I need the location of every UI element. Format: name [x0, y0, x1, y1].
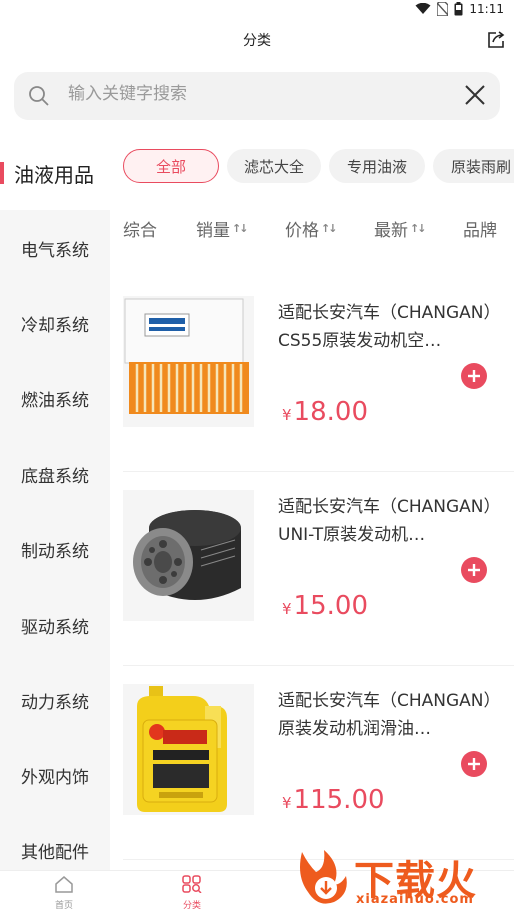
- divider: [123, 471, 514, 472]
- sort-newest[interactable]: 最新 ↑↓: [374, 216, 427, 241]
- sort-brand[interactable]: 品牌: [463, 216, 497, 241]
- engine-oil-icon: [123, 684, 254, 815]
- search-input[interactable]: [68, 84, 448, 104]
- nav-category[interactable]: 分类: [162, 875, 222, 911]
- chip-all[interactable]: 全部: [123, 149, 219, 183]
- sidebar-item-label: 外观内饰: [21, 768, 89, 788]
- sidebar-item[interactable]: 冷却系统: [0, 285, 110, 360]
- sidebar-item-label: 燃油系统: [21, 391, 89, 411]
- sidebar-item-label: 冷却系统: [21, 316, 89, 336]
- sort-label: 销量: [196, 221, 230, 241]
- close-icon[interactable]: [464, 84, 486, 106]
- currency-symbol: ¥: [282, 406, 292, 424]
- sort-bar: 综合 销量 ↑↓ 价格 ↑↓ 最新 ↑↓ 品牌: [123, 212, 514, 246]
- watermark-url: xiazaihuo.com: [356, 892, 474, 907]
- header: 分类: [0, 22, 514, 60]
- sidebar-list: 电气系统 冷却系统 燃油系统 底盘系统 制动系统 驱动系统 动力系统 外观内饰 …: [0, 210, 110, 870]
- product-image: [123, 684, 254, 815]
- currency-symbol: ¥: [282, 600, 292, 618]
- sidebar-item-label: 其他配件: [21, 843, 89, 863]
- product-image: [123, 490, 254, 621]
- product-title: 适配长安汽车（CHANGAN）CS55原装发动机空…: [278, 303, 493, 351]
- sidebar-item-active[interactable]: 油液用品: [0, 140, 110, 210]
- sort-arrows-icon: ↑↓: [410, 222, 427, 235]
- wifi-icon: [415, 3, 431, 14]
- price-value: 18.00: [293, 397, 368, 427]
- status-time: 11:11: [469, 2, 504, 16]
- sort-arrows-icon: ↑↓: [232, 222, 249, 235]
- sort-arrows-icon: ↑↓: [321, 222, 338, 235]
- add-to-cart-button[interactable]: [461, 557, 487, 583]
- plus-icon: [468, 758, 480, 770]
- product-title: 适配长安汽车（CHANGAN）原装发动机润滑油…: [278, 691, 493, 739]
- add-to-cart-button[interactable]: [461, 751, 487, 777]
- home-icon: [55, 876, 73, 893]
- divider: [123, 665, 514, 666]
- share-icon[interactable]: [486, 30, 506, 50]
- status-bar: 11:11: [0, 0, 514, 22]
- sort-label: 综合: [123, 221, 157, 241]
- sidebar-item[interactable]: 驱动系统: [0, 587, 110, 662]
- watermark: 下载火 xiazaihuo.com: [294, 846, 508, 910]
- nav-label: 首页: [54, 901, 73, 911]
- sidebar-item[interactable]: 电气系统: [0, 210, 110, 285]
- battery-icon: [454, 2, 463, 16]
- add-to-cart-button[interactable]: [461, 363, 487, 389]
- product-card[interactable]: 适配长安汽车（CHANGAN）CS55原装发动机空… ¥18.00: [123, 296, 514, 472]
- currency-symbol: ¥: [282, 794, 292, 812]
- price-value: 115.00: [293, 785, 385, 815]
- sidebar-item[interactable]: 动力系统: [0, 662, 110, 737]
- category-sidebar: 油液用品 电气系统 冷却系统 燃油系统 底盘系统 制动系统 驱动系统 动力系统 …: [0, 140, 110, 870]
- sidebar-item-label: 底盘系统: [21, 467, 89, 487]
- search-icon: [29, 86, 49, 106]
- sort-label: 品牌: [463, 221, 497, 241]
- sidebar-item-label: 油液用品: [14, 163, 94, 187]
- product-card[interactable]: 适配长安汽车（CHANGAN）UNI-T原装发动机… ¥15.00: [123, 490, 514, 666]
- plus-icon: [468, 564, 480, 576]
- sidebar-item[interactable]: 底盘系统: [0, 436, 110, 511]
- no-sim-icon: [437, 2, 449, 16]
- product-price: ¥15.00: [282, 591, 368, 621]
- air-filter-icon: [123, 296, 254, 427]
- sort-label: 最新: [374, 221, 408, 241]
- sidebar-item[interactable]: 外观内饰: [0, 737, 110, 812]
- chip-filters[interactable]: 滤芯大全: [227, 149, 321, 183]
- product-card[interactable]: 适配长安汽车（CHANGAN）原装发动机润滑油… ¥115.00: [123, 684, 514, 860]
- product-price: ¥18.00: [282, 397, 368, 427]
- active-indicator: [0, 162, 4, 184]
- price-value: 15.00: [293, 591, 368, 621]
- product-price: ¥115.00: [282, 785, 385, 815]
- chip-fluids[interactable]: 专用油液: [329, 149, 425, 183]
- sidebar-item-label: 电气系统: [21, 241, 89, 261]
- sort-label: 价格: [285, 221, 319, 241]
- sidebar-item[interactable]: 制动系统: [0, 511, 110, 586]
- sidebar-item-label: 制动系统: [21, 542, 89, 562]
- chip-wipers[interactable]: 原装雨刷: [433, 149, 514, 183]
- oil-filter-icon: [123, 490, 254, 621]
- filter-chips: 全部 滤芯大全 专用油液 原装雨刷: [123, 147, 514, 187]
- plus-icon: [468, 370, 480, 382]
- sidebar-item[interactable]: 燃油系统: [0, 360, 110, 435]
- search-bar[interactable]: [14, 72, 500, 120]
- sort-sales[interactable]: 销量 ↑↓: [196, 216, 249, 241]
- page-title: 分类: [243, 33, 271, 49]
- category-icon: [182, 875, 202, 894]
- sidebar-item-label: 驱动系统: [21, 618, 89, 638]
- sidebar-item-label: 动力系统: [21, 693, 89, 713]
- nav-label: 分类: [182, 901, 201, 911]
- nav-home[interactable]: 首页: [34, 875, 94, 911]
- sort-comprehensive[interactable]: 综合: [123, 216, 157, 241]
- product-title: 适配长安汽车（CHANGAN）UNI-T原装发动机…: [278, 497, 493, 545]
- flame-logo-icon: [300, 850, 347, 904]
- product-image: [123, 296, 254, 427]
- sort-price[interactable]: 价格 ↑↓: [285, 216, 338, 241]
